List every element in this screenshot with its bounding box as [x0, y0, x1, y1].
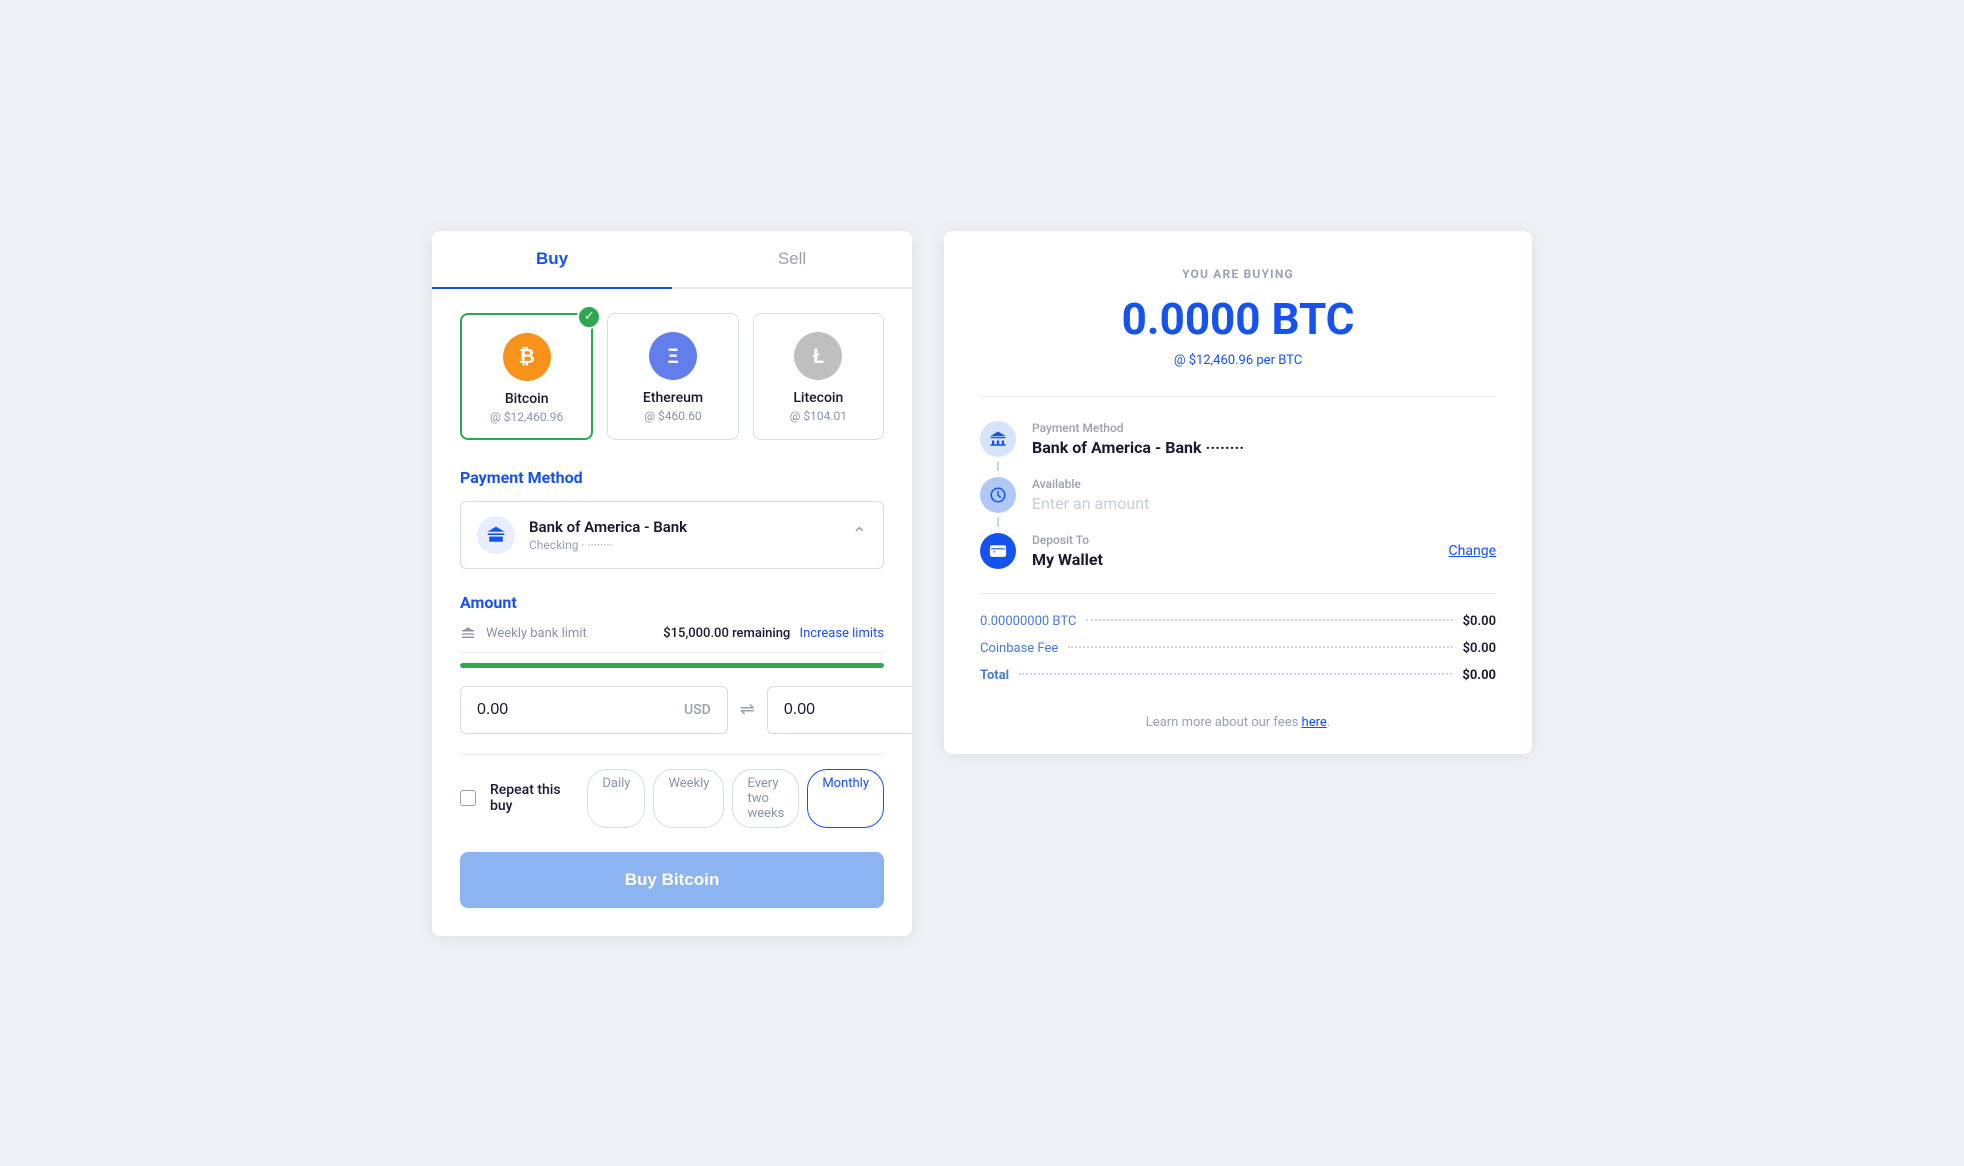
repeat-daily[interactable]: Daily: [587, 769, 645, 828]
change-link[interactable]: Change: [1449, 543, 1496, 559]
swap-icon[interactable]: ⇌: [740, 699, 755, 720]
btc-input[interactable]: [784, 701, 912, 719]
fee-dots-btc: [1086, 619, 1452, 621]
ltc-icon: Ł: [794, 332, 842, 380]
usd-input[interactable]: [477, 701, 684, 719]
btc-field[interactable]: BTC: [767, 686, 912, 734]
learn-more-text: Learn more about our fees: [1146, 715, 1302, 730]
crypto-card-list: ✓ ₿ Bitcoin @ $12,460.96 Ξ Ethereum @ $4…: [460, 313, 884, 440]
fee-line-coinbase: Coinbase Fee $0.00: [980, 641, 1496, 656]
fee-coinbase-label: Coinbase Fee: [980, 641, 1058, 656]
payment-info: Bank of America - Bank Checking · ······…: [529, 518, 838, 552]
summary-items: Payment Method Bank of America - Bank ··…: [980, 421, 1496, 569]
summary-available-content: Available Enter an amount: [1032, 477, 1496, 513]
repeat-label: Repeat this buy: [490, 782, 573, 814]
fee-line-btc: 0.00000000 BTC $0.00: [980, 614, 1496, 629]
crypto-card-ltc[interactable]: Ł Litecoin @ $104.01: [753, 313, 884, 440]
fee-dots-coinbase: [1068, 646, 1452, 648]
crypto-card-eth[interactable]: Ξ Ethereum @ $460.60: [607, 313, 738, 440]
summary-deposit: Deposit To My Wallet Change: [980, 533, 1496, 569]
payment-method-title: Payment Method: [460, 468, 884, 487]
eth-price: @ $460.60: [620, 409, 725, 423]
summary-available-placeholder: Enter an amount: [1032, 494, 1496, 513]
fee-line-total: Total $0.00: [980, 668, 1496, 683]
fee-total-label: Total: [980, 668, 1009, 683]
amount-inputs: USD ⇌ BTC: [460, 686, 884, 734]
repeat-monthly[interactable]: Monthly: [807, 769, 884, 828]
payment-account-type: Checking · ········: [529, 538, 838, 552]
fee-coinbase-value: $0.00: [1463, 641, 1496, 656]
amount-section: Amount Weekly bank limit $15,000.00 rema…: [460, 593, 884, 734]
buy-bitcoin-button[interactable]: Buy Bitcoin: [460, 852, 884, 908]
crypto-card-btc[interactable]: ✓ ₿ Bitcoin @ $12,460.96: [460, 313, 593, 440]
repeat-checkbox[interactable]: [460, 790, 476, 806]
panel-body: ✓ ₿ Bitcoin @ $12,460.96 Ξ Ethereum @ $4…: [432, 289, 912, 936]
limit-right: $15,000.00 remaining Increase limits: [663, 626, 884, 641]
btc-price: @ $12,460.96: [474, 410, 579, 424]
summary-deposit-label: Deposit To: [1032, 533, 1433, 547]
summary-divider: [980, 396, 1496, 397]
repeat-weekly[interactable]: Weekly: [653, 769, 724, 828]
summary-deposit-value: My Wallet: [1032, 550, 1433, 569]
summary-payment-method: Payment Method Bank of America - Bank ··…: [980, 421, 1496, 457]
right-panel: YOU ARE BUYING 0.0000 BTC @ $12,460.96 p…: [944, 231, 1532, 754]
amount-title: Amount: [460, 593, 884, 612]
increase-limits-link[interactable]: Increase limits: [800, 626, 884, 641]
learn-more: Learn more about our fees here.: [980, 703, 1496, 730]
summary-amount: 0.0000 BTC: [980, 293, 1496, 345]
progress-bar: [460, 663, 884, 668]
fee-total-value: $0.00: [1462, 668, 1496, 683]
btc-name: Bitcoin: [474, 391, 579, 407]
limit-row: Weekly bank limit $15,000.00 remaining I…: [460, 626, 884, 653]
fee-dots-total: [1019, 673, 1452, 675]
payment-method-selector[interactable]: Bank of America - Bank Checking · ······…: [460, 501, 884, 569]
summary-wallet-icon: [980, 533, 1016, 569]
selected-checkmark: ✓: [577, 305, 601, 329]
payment-method-section: Payment Method Bank of America - Bank: [460, 468, 884, 569]
btc-icon: ₿: [503, 333, 551, 381]
limit-label: Weekly bank limit: [486, 626, 587, 641]
summary-rate: @ $12,460.96 per BTC: [980, 353, 1496, 368]
summary-payment-value: Bank of America - Bank ········: [1032, 438, 1496, 457]
tab-sell[interactable]: Sell: [672, 231, 912, 287]
ltc-price: @ $104.01: [766, 409, 871, 423]
left-panel: Buy Sell ✓ ₿ Bitcoin @ $12,460.96 Ξ: [432, 231, 912, 936]
limit-remaining: $15,000.00 remaining: [663, 626, 790, 641]
usd-currency-label: USD: [684, 702, 711, 718]
summary-deposit-content: Deposit To My Wallet: [1032, 533, 1433, 569]
tab-bar: Buy Sell: [432, 231, 912, 289]
tab-buy[interactable]: Buy: [432, 231, 672, 289]
summary-header: YOU ARE BUYING: [980, 267, 1496, 281]
bank-icon: [477, 516, 515, 554]
fee-btc-label: 0.00000000 BTC: [980, 614, 1076, 629]
repeat-options: Daily Weekly Every two weeks Monthly: [587, 769, 884, 828]
summary-available-label: Available: [1032, 477, 1496, 491]
payment-bank-name: Bank of America - Bank: [529, 518, 838, 536]
main-container: Buy Sell ✓ ₿ Bitcoin @ $12,460.96 Ξ: [432, 231, 1532, 936]
summary-bank-icon: [980, 421, 1016, 457]
summary-payment-label: Payment Method: [1032, 421, 1496, 435]
fee-btc-value: $0.00: [1463, 614, 1496, 629]
ltc-name: Litecoin: [766, 390, 871, 406]
chevron-down-icon: ⌃: [852, 524, 867, 545]
learn-more-link[interactable]: here: [1302, 715, 1327, 730]
fee-section: 0.00000000 BTC $0.00 Coinbase Fee $0.00 …: [980, 593, 1496, 683]
eth-name: Ethereum: [620, 390, 725, 406]
repeat-row: Repeat this buy Daily Weekly Every two w…: [460, 754, 884, 828]
limit-left: Weekly bank limit: [460, 626, 587, 642]
usd-field[interactable]: USD: [460, 686, 728, 734]
eth-icon: Ξ: [649, 332, 697, 380]
summary-clock-icon: [980, 477, 1016, 513]
progress-bar-fill: [460, 663, 884, 668]
summary-payment-content: Payment Method Bank of America - Bank ··…: [1032, 421, 1496, 457]
summary-available: Available Enter an amount: [980, 477, 1496, 513]
repeat-every-two-weeks[interactable]: Every two weeks: [732, 769, 799, 828]
